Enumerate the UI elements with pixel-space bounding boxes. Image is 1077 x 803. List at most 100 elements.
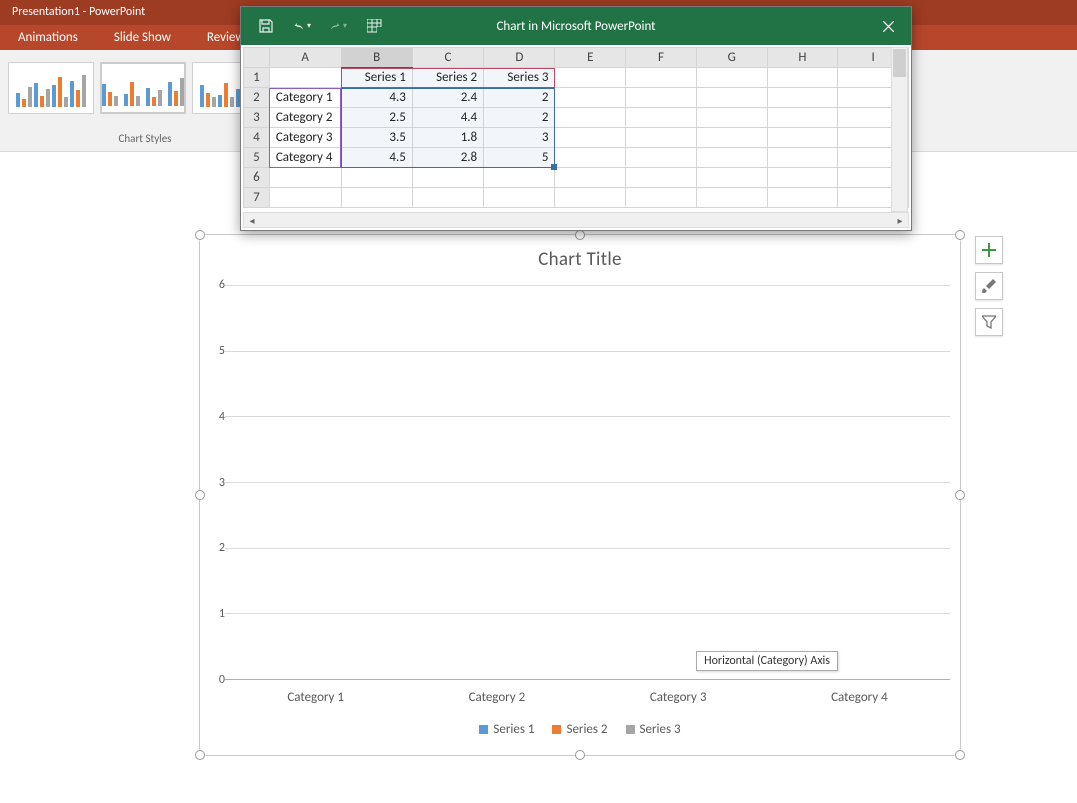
cell[interactable] (412, 188, 483, 208)
row-header[interactable]: 1 (244, 68, 270, 88)
chart-title[interactable]: Chart Title (200, 235, 960, 271)
ribbon-tab-slideshow[interactable]: Slide Show (96, 25, 189, 50)
cell[interactable] (767, 88, 838, 108)
cell[interactable] (696, 88, 767, 108)
close-button[interactable] (865, 7, 911, 45)
cell[interactable] (767, 128, 838, 148)
cell[interactable] (626, 128, 697, 148)
spreadsheet-grid[interactable]: ABCDEFGHI1Series 1Series 2Series 32Categ… (243, 47, 909, 212)
resize-handle[interactable] (955, 230, 965, 240)
chart-style-thumb[interactable] (8, 62, 94, 114)
row-header[interactable]: 5 (244, 148, 270, 168)
row-header[interactable]: 7 (244, 188, 270, 208)
legend-item[interactable]: Series 2 (552, 722, 607, 737)
resize-handle[interactable] (955, 750, 965, 760)
column-header[interactable]: D (484, 48, 555, 68)
cell[interactable]: 5 (484, 148, 555, 168)
undo-icon[interactable]: ▾ (293, 17, 311, 35)
cell[interactable]: Category 3 (269, 128, 341, 148)
resize-handle[interactable] (195, 490, 205, 500)
ribbon-tab-animations[interactable]: Animations (0, 25, 96, 50)
cell[interactable] (767, 108, 838, 128)
cell[interactable]: 2.8 (412, 148, 483, 168)
chart-style-thumb[interactable] (100, 62, 186, 114)
cell[interactable]: 1.8 (412, 128, 483, 148)
cell[interactable] (269, 68, 341, 88)
cell[interactable]: Series 1 (341, 68, 412, 88)
row-header[interactable]: 4 (244, 128, 270, 148)
cell[interactable]: Series 2 (412, 68, 483, 88)
cell[interactable]: Category 4 (269, 148, 341, 168)
cell[interactable] (555, 68, 626, 88)
chart-filter-button[interactable] (975, 308, 1003, 336)
cell[interactable]: 2 (484, 108, 555, 128)
cell[interactable] (269, 168, 341, 188)
cell[interactable]: 2 (484, 88, 555, 108)
cell[interactable] (696, 68, 767, 88)
resize-handle[interactable] (195, 230, 205, 240)
cell[interactable] (555, 108, 626, 128)
cell[interactable] (696, 188, 767, 208)
column-header[interactable]: G (696, 48, 767, 68)
cell[interactable]: 3.5 (341, 128, 412, 148)
column-header[interactable]: B (341, 48, 412, 68)
column-header[interactable]: A (269, 48, 341, 68)
cell[interactable] (767, 188, 838, 208)
chart-styles-button[interactable] (975, 272, 1003, 300)
vertical-scrollbar[interactable] (891, 47, 908, 212)
chart-bars[interactable] (225, 285, 950, 680)
cell[interactable] (484, 188, 555, 208)
cell[interactable] (696, 128, 767, 148)
column-header[interactable]: H (767, 48, 838, 68)
cell[interactable] (626, 148, 697, 168)
cell[interactable]: Category 1 (269, 88, 341, 108)
cell[interactable]: 2.4 (412, 88, 483, 108)
cell[interactable] (626, 108, 697, 128)
row-header[interactable]: 3 (244, 108, 270, 128)
resize-handle[interactable] (955, 490, 965, 500)
cell[interactable]: 3 (484, 128, 555, 148)
cell[interactable] (767, 168, 838, 188)
cell[interactable] (626, 88, 697, 108)
cell[interactable] (555, 148, 626, 168)
cell[interactable] (269, 188, 341, 208)
cell[interactable] (555, 168, 626, 188)
resize-handle[interactable] (575, 230, 585, 240)
cell[interactable]: Category 2 (269, 108, 341, 128)
cell[interactable]: 4.3 (341, 88, 412, 108)
legend-item[interactable]: Series 1 (479, 722, 534, 737)
redo-icon[interactable]: ▾ (329, 17, 347, 35)
chart-elements-button[interactable] (975, 236, 1003, 264)
column-header[interactable]: C (412, 48, 483, 68)
cell[interactable] (341, 168, 412, 188)
cell[interactable] (696, 148, 767, 168)
chart-data-window[interactable]: ▾ ▾ Chart in Microsoft PowerPoint ABCDEF… (240, 6, 912, 231)
cell[interactable] (626, 188, 697, 208)
data-window-titlebar[interactable]: ▾ ▾ Chart in Microsoft PowerPoint (241, 7, 911, 45)
resize-handle[interactable] (195, 750, 205, 760)
cell[interactable]: Series 3 (484, 68, 555, 88)
cell[interactable] (696, 108, 767, 128)
cell[interactable] (484, 168, 555, 188)
cell[interactable] (555, 88, 626, 108)
cell[interactable] (341, 188, 412, 208)
cell[interactable] (626, 168, 697, 188)
cell[interactable]: 4.4 (412, 108, 483, 128)
legend-item[interactable]: Series 3 (626, 722, 681, 737)
scroll-right-icon[interactable]: ▸ (892, 214, 908, 227)
cell[interactable] (626, 68, 697, 88)
column-header[interactable]: F (626, 48, 697, 68)
cell[interactable] (696, 168, 767, 188)
column-header[interactable]: E (555, 48, 626, 68)
cell[interactable] (412, 168, 483, 188)
row-header[interactable]: 2 (244, 88, 270, 108)
save-icon[interactable] (257, 17, 275, 35)
cell[interactable] (555, 188, 626, 208)
row-header[interactable]: 6 (244, 168, 270, 188)
plot-area[interactable]: 0123456 (225, 285, 950, 680)
cell[interactable]: 2.5 (341, 108, 412, 128)
resize-handle[interactable] (575, 750, 585, 760)
cell[interactable]: 4.5 (341, 148, 412, 168)
chart-object[interactable]: Chart Title 0123456 Category 1Category 2… (200, 235, 960, 755)
chart-legend[interactable]: Series 1 Series 2 Series 3 (200, 722, 960, 737)
